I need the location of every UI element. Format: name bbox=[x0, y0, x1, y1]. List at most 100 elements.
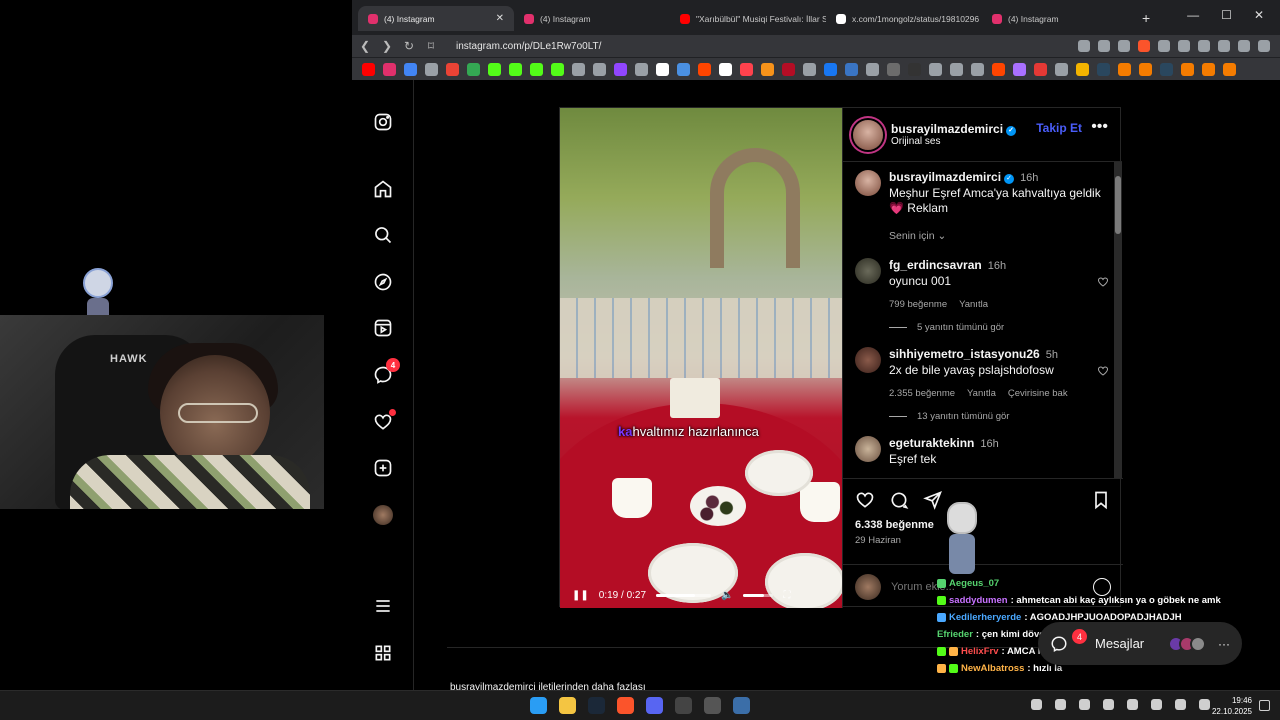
tab-instagram-3[interactable]: (4) Instagram bbox=[982, 6, 1138, 31]
profile-avatar[interactable] bbox=[372, 504, 394, 526]
comment-username[interactable]: egeturaktekinn bbox=[889, 436, 974, 450]
messages-pill-button[interactable]: 4 Mesajlar ··· bbox=[1038, 622, 1242, 665]
bookmark-icon[interactable] bbox=[1181, 62, 1194, 76]
translate-link[interactable]: Çevirisine bak bbox=[1008, 386, 1068, 401]
comment-username[interactable]: fg_erdincsavran bbox=[889, 258, 982, 272]
share-send-icon[interactable] bbox=[923, 490, 943, 510]
bookmark-steam-icon[interactable] bbox=[1160, 62, 1173, 76]
comments-scrollbar[interactable] bbox=[1114, 162, 1122, 478]
create-icon[interactable] bbox=[372, 457, 394, 479]
close-window-icon[interactable]: ✕ bbox=[1254, 8, 1264, 22]
bookmark-youtube-icon[interactable] bbox=[362, 62, 375, 76]
more-options-icon[interactable]: ··· bbox=[1218, 637, 1230, 651]
bookmark-icon[interactable] bbox=[929, 62, 942, 76]
bookmark-icon[interactable] bbox=[1139, 62, 1152, 76]
extension-icon[interactable] bbox=[1178, 40, 1190, 52]
bookmark-icon[interactable] bbox=[845, 62, 858, 76]
view-replies-link[interactable]: 13 yanıtın tümünü gör bbox=[889, 411, 1113, 422]
commenter-avatar[interactable] bbox=[855, 258, 881, 284]
new-tab-button[interactable]: + bbox=[1142, 10, 1150, 26]
tray-icon[interactable] bbox=[1055, 699, 1066, 710]
like-heart-icon[interactable] bbox=[855, 490, 875, 510]
bookmark-icon[interactable] bbox=[803, 62, 816, 76]
tab-youtube[interactable]: "Xarıbülbül" Musiqi Festivalı: İllar S bbox=[670, 6, 826, 31]
fullscreen-icon[interactable]: ⛶ bbox=[783, 590, 790, 601]
search-icon[interactable] bbox=[372, 224, 394, 246]
brave-browser-icon[interactable] bbox=[617, 697, 634, 714]
file-explorer-icon[interactable] bbox=[559, 697, 576, 714]
view-replies-link[interactable]: 5 yanıtın tümünü gör bbox=[889, 322, 1113, 333]
back-icon[interactable]: ❮ bbox=[356, 39, 374, 53]
share-icon[interactable] bbox=[1118, 40, 1130, 52]
app-icon[interactable] bbox=[675, 697, 692, 714]
notification-center-icon[interactable] bbox=[1259, 700, 1270, 711]
discord-icon[interactable] bbox=[646, 697, 663, 714]
caption-username[interactable]: busrayilmazdemirci bbox=[889, 170, 1001, 184]
pause-icon[interactable]: ❚❚ bbox=[572, 590, 589, 601]
zoom-icon[interactable] bbox=[1098, 40, 1110, 52]
comment-icon[interactable] bbox=[889, 490, 909, 510]
bookmark-icon[interactable] bbox=[635, 62, 648, 76]
microphone-icon[interactable] bbox=[1151, 699, 1162, 710]
tab-instagram-1[interactable]: (4) Instagram ✕ bbox=[358, 6, 514, 31]
more-apps-icon[interactable] bbox=[372, 642, 394, 664]
bookmark-icon[interactable] bbox=[1013, 62, 1026, 76]
tab-instagram-2[interactable]: (4) Instagram bbox=[514, 6, 670, 31]
media-icon[interactable] bbox=[1238, 40, 1250, 52]
likes-count[interactable]: 6.338 beğenme bbox=[855, 519, 1111, 531]
post-video[interactable]: kahvaltımız hazırlanınca ❚❚ 0:19 / 0:27 … bbox=[560, 108, 842, 608]
audio-label[interactable]: Orijinal ses bbox=[891, 136, 1016, 147]
taskbar-clock[interactable]: 19:46 22.10.2025 bbox=[1212, 695, 1252, 717]
explore-icon[interactable] bbox=[372, 271, 394, 293]
sidebar-icon[interactable] bbox=[1218, 40, 1230, 52]
instagram-logo-icon[interactable] bbox=[372, 111, 394, 133]
commenter-avatar[interactable] bbox=[855, 347, 881, 373]
bookmark-icon[interactable] bbox=[950, 62, 963, 76]
bookmark-icon[interactable] bbox=[551, 62, 564, 76]
comment-likes[interactable]: 799 beğenme bbox=[889, 297, 947, 312]
like-comment-heart-icon[interactable] bbox=[1097, 276, 1109, 288]
tray-icon[interactable] bbox=[1127, 699, 1138, 710]
bookmark-folder-icon[interactable] bbox=[1076, 62, 1089, 76]
reply-button[interactable]: Yanıtla bbox=[959, 297, 988, 312]
bookmark-icon[interactable] bbox=[1118, 62, 1131, 76]
forward-icon[interactable]: ❯ bbox=[378, 39, 396, 53]
bookmark-icon[interactable] bbox=[719, 62, 732, 76]
more-options-icon[interactable]: ••• bbox=[1091, 118, 1108, 136]
save-bookmark-icon[interactable] bbox=[1091, 490, 1111, 510]
bookmark-icon[interactable] bbox=[425, 62, 438, 76]
bookmark-icon[interactable] bbox=[992, 62, 1005, 76]
sort-dropdown[interactable]: Senin için ⌄ bbox=[889, 230, 1113, 242]
steam-icon[interactable] bbox=[588, 697, 605, 714]
author-avatar[interactable] bbox=[853, 119, 883, 150]
volume-slider[interactable] bbox=[743, 593, 774, 597]
bookmark-drive-icon[interactable] bbox=[467, 62, 480, 76]
bookmark-x-icon[interactable] bbox=[656, 62, 669, 76]
menu-icon[interactable] bbox=[1258, 40, 1270, 52]
like-comment-heart-icon[interactable] bbox=[1097, 365, 1109, 377]
bookmark-icon[interactable] bbox=[908, 62, 921, 76]
author-username[interactable]: busrayilmazdemirci ✓ bbox=[891, 122, 1017, 136]
tray-icon[interactable] bbox=[1103, 699, 1114, 710]
video-progress-bar[interactable] bbox=[656, 593, 712, 597]
bookmark-icon[interactable] bbox=[740, 62, 753, 76]
bookmark-kick-icon[interactable] bbox=[530, 62, 543, 76]
notifications-heart-icon[interactable] bbox=[372, 409, 396, 433]
bookmark-icon[interactable] bbox=[404, 62, 417, 76]
bookmark-twitch-icon[interactable] bbox=[614, 62, 627, 76]
windows-start-icon[interactable] bbox=[530, 697, 547, 714]
bookmark-kick-icon[interactable] bbox=[509, 62, 522, 76]
bookmark-icon[interactable] bbox=[887, 62, 900, 76]
minimize-icon[interactable]: — bbox=[1187, 8, 1199, 22]
follow-button[interactable]: Takip Et bbox=[1036, 121, 1082, 135]
url-input[interactable]: instagram.com/p/DLe1Rw7o0LT/ bbox=[456, 41, 601, 52]
tab-x[interactable]: x.com/1mongolz/status/19810296 bbox=[826, 6, 982, 31]
bookmark-icon[interactable] bbox=[1202, 62, 1215, 76]
bookmark-icon[interactable] bbox=[971, 62, 984, 76]
reload-icon[interactable]: ↻ bbox=[400, 39, 418, 53]
bookmark-gmail-icon[interactable] bbox=[446, 62, 459, 76]
bookmark-icon[interactable] bbox=[782, 62, 795, 76]
reply-button[interactable]: Yanıtla bbox=[967, 386, 996, 401]
bookmark-icon[interactable] bbox=[1055, 62, 1068, 76]
network-icon[interactable] bbox=[1175, 699, 1186, 710]
